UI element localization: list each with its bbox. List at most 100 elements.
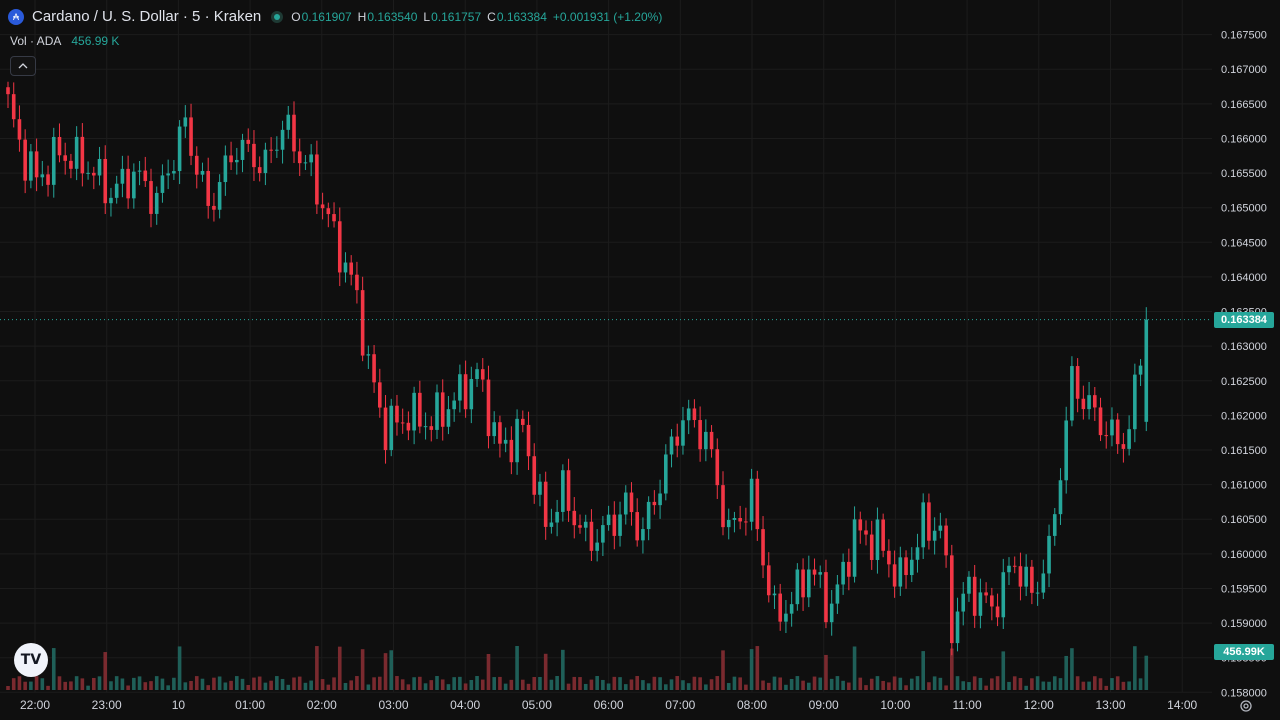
volume-bar: [86, 685, 90, 690]
cardano-coin-icon[interactable]: ₳: [8, 8, 24, 25]
market-status-icon[interactable]: [271, 10, 284, 23]
candle-body: [538, 481, 542, 495]
price-tick-label: 0.162000: [1221, 410, 1267, 422]
candle-body: [1121, 444, 1126, 449]
last-price-label: 0.163384: [1214, 311, 1274, 328]
candle: [646, 496, 651, 541]
volume-bar: [995, 676, 1000, 690]
candle-body: [698, 420, 702, 450]
volume-bar: [1007, 681, 1011, 690]
volume-bar: [1052, 676, 1057, 690]
candle-body: [423, 426, 428, 428]
candle: [887, 539, 891, 578]
candle-body: [1138, 365, 1143, 375]
candle-body: [1070, 366, 1074, 421]
volume-bar: [641, 680, 645, 690]
volume-bar: [915, 676, 920, 690]
candle-body: [1127, 429, 1131, 449]
price-axis[interactable]: 0.1580000.1585000.1590000.1595000.160000…: [1221, 30, 1267, 700]
volume-bar: [629, 679, 634, 690]
candle-body: [343, 262, 348, 273]
volume-bar: [807, 682, 811, 690]
candle: [1024, 554, 1028, 596]
candle-body: [932, 530, 937, 541]
candle-body: [543, 481, 548, 527]
candle-body: [229, 155, 233, 163]
volume-bar: [704, 684, 708, 690]
volume-bar: [177, 646, 182, 690]
time-axis[interactable]: 22:00 23:00 10 01:00 02:00 03:00 04:00 05:00 06:…: [20, 698, 1198, 712]
symbol-title[interactable]: Cardano / U. S. Dollar · 5 · Kraken: [32, 8, 261, 25]
volume-bar: [143, 682, 148, 690]
candle-body: [807, 569, 811, 598]
volume-bar: [898, 677, 903, 690]
time-tick-label: 02:00: [307, 698, 337, 712]
volume-bar: [6, 686, 10, 690]
candle-body: [446, 409, 451, 427]
candle-body: [177, 126, 182, 172]
candle: [526, 411, 531, 471]
volume-bar: [114, 676, 119, 690]
candle: [292, 101, 296, 164]
candle-body: [1007, 565, 1011, 573]
time-tick-label: 23:00: [92, 698, 122, 712]
volume-bar: [80, 678, 85, 690]
candle: [1087, 381, 1091, 420]
candle-body: [1047, 535, 1051, 574]
volume-bar: [395, 676, 399, 690]
candle-body: [927, 502, 931, 541]
candle-body: [887, 550, 891, 565]
candle-body: [589, 521, 594, 551]
ohlc-low: L0.161757: [423, 9, 482, 24]
candle-body: [1012, 565, 1017, 567]
gear-icon[interactable]: [1236, 696, 1256, 716]
collapse-legend-button[interactable]: [10, 56, 36, 76]
candle-body: [789, 604, 794, 614]
volume-bar: [955, 676, 960, 690]
volume-bar: [967, 682, 971, 690]
price-tick-label: 0.163000: [1221, 341, 1267, 353]
candle-body: [847, 561, 851, 577]
candle: [206, 157, 210, 219]
volume-bar: [503, 683, 508, 690]
volume-bar: [1087, 681, 1091, 690]
candle: [143, 156, 148, 187]
candle-body: [97, 158, 102, 176]
candle-body: [51, 136, 56, 185]
candle: [549, 508, 554, 534]
price-tick-label: 0.159000: [1221, 618, 1267, 630]
candle-body: [137, 170, 142, 172]
candle: [1052, 508, 1057, 546]
volume-bar: [240, 678, 245, 690]
volume-bar: [463, 683, 468, 690]
volume-bar: [406, 684, 411, 690]
volume-bar: [795, 676, 800, 690]
candle: [355, 261, 359, 304]
volume-bar: [938, 677, 943, 690]
candle-body: [858, 519, 863, 531]
volume-bar: [721, 650, 725, 690]
volume-bar: [549, 679, 554, 690]
volume-bar: [257, 676, 262, 690]
volume-bar: [892, 676, 897, 690]
candle-body: [120, 168, 125, 184]
volume-bar: [738, 677, 742, 690]
candle: [29, 143, 33, 189]
candle-body: [658, 493, 662, 506]
candle: [1115, 413, 1120, 454]
price-tick-label: 0.159500: [1221, 583, 1267, 595]
tradingview-logo[interactable]: TV: [14, 643, 48, 677]
price-chart[interactable]: 0.1580000.1585000.1590000.1595000.160000…: [0, 0, 1280, 720]
candle: [995, 593, 1000, 627]
candle: [755, 470, 760, 541]
candle-body: [86, 172, 90, 174]
volume-bar: [149, 681, 153, 690]
volume-bar: [932, 676, 937, 690]
candle: [366, 345, 371, 369]
volume-bar: [440, 679, 445, 690]
candle-body: [17, 119, 22, 140]
candle-body: [69, 160, 73, 169]
candle-body: [1035, 592, 1040, 594]
candle: [932, 517, 937, 555]
candle-body: [1030, 566, 1034, 593]
